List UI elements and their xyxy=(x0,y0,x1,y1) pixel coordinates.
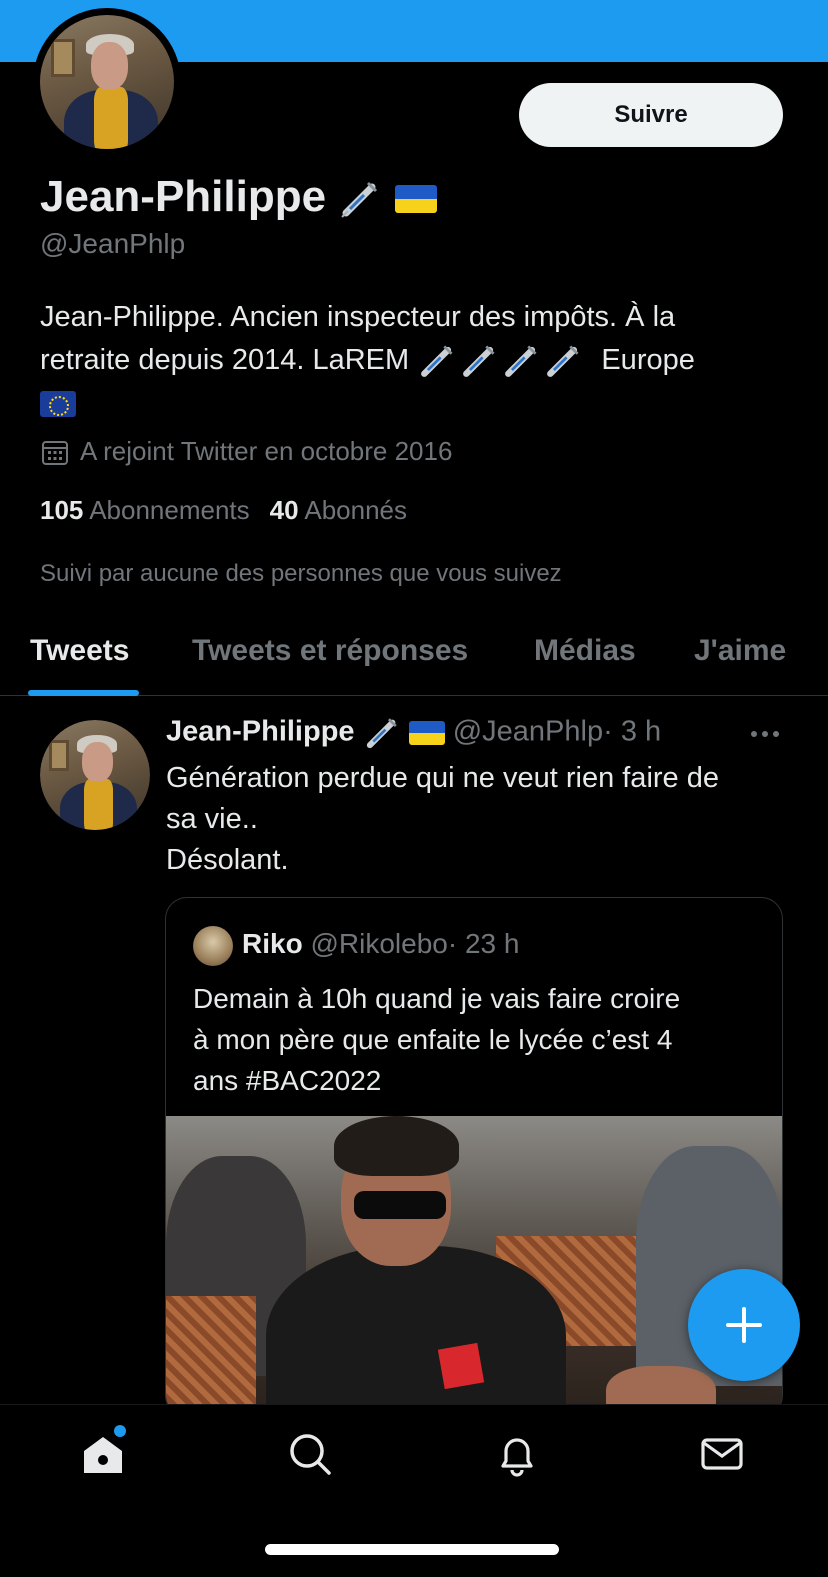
tweet-time: · 3 h xyxy=(603,715,662,748)
syringe-icon xyxy=(421,345,453,378)
calendar-icon xyxy=(42,440,68,465)
more-options-icon[interactable] xyxy=(748,722,782,746)
quoted-author-name: Riko xyxy=(242,928,303,959)
tweet-text: Génération perdue qui ne veut rien faire… xyxy=(166,758,786,881)
followers-link[interactable]: 40 Abonnés xyxy=(270,495,407,525)
plus-icon xyxy=(726,1307,762,1343)
syringe-icon xyxy=(505,345,537,378)
tweet-author-handle[interactable]: @JeanPhlp xyxy=(453,716,603,748)
quoted-tweet-image[interactable] xyxy=(166,1116,782,1416)
syringe-icon xyxy=(547,345,579,378)
tab-tweets[interactable]: Tweets xyxy=(30,634,129,668)
tab-likes[interactable]: J'aime xyxy=(694,634,786,668)
tweet-author-name[interactable]: Jean-Philippe xyxy=(166,716,355,748)
syringe-icon xyxy=(463,345,495,378)
active-tab-indicator xyxy=(28,690,139,696)
bio-suffix: Europe xyxy=(601,344,695,376)
eu-flag-icon xyxy=(40,391,76,418)
syringe-icon xyxy=(366,718,397,749)
joined-text: A rejoint Twitter en octobre 2016 xyxy=(80,436,453,466)
bio-line-1: Jean-Philippe. Ancien inspecteur des imp… xyxy=(40,301,676,333)
tweet-line-2: sa vie.. xyxy=(166,803,258,835)
search-icon[interactable] xyxy=(287,1431,333,1477)
quoted-line-1: Demain à 10h quand je vais faire croire xyxy=(193,983,681,1014)
following-link[interactable]: 105 Abonnements xyxy=(40,495,250,525)
tweet-line-3: Désolant. xyxy=(166,844,289,876)
following-count: 105 xyxy=(40,495,84,525)
home-notification-dot xyxy=(114,1425,126,1437)
tweet-author-avatar[interactable] xyxy=(40,720,150,830)
following-label: Abonnements xyxy=(89,495,250,525)
notifications-icon[interactable] xyxy=(494,1431,540,1477)
tweet-line-1: Génération perdue qui ne veut rien faire… xyxy=(166,762,719,794)
ukraine-flag-icon xyxy=(394,185,437,214)
bottom-navigation xyxy=(0,1404,828,1577)
followers-label: Abonnés xyxy=(304,495,408,525)
compose-tweet-button[interactable] xyxy=(688,1269,800,1381)
home-icon[interactable] xyxy=(80,1431,126,1477)
quoted-tweet-time: · 23 h xyxy=(447,928,520,959)
followed-by-text: Suivi par aucune des personnes que vous … xyxy=(40,560,562,587)
home-indicator xyxy=(265,1544,559,1555)
tab-media[interactable]: Médias xyxy=(534,634,636,668)
profile-handle: @JeanPhlp xyxy=(40,228,186,259)
profile-avatar[interactable] xyxy=(33,8,181,156)
profile-bio: Jean-Philippe. Ancien inspecteur des imp… xyxy=(40,296,780,425)
follow-button[interactable]: Suivre xyxy=(519,83,783,147)
messages-icon[interactable] xyxy=(699,1431,745,1477)
quoted-tweet-text: Demain à 10h quand je vais faire croire … xyxy=(193,978,763,1101)
follow-stats: 105 Abonnements 40 Abonnés xyxy=(40,495,407,526)
syringe-icon xyxy=(341,182,378,219)
bio-line-2: retraite depuis 2014. LaREM xyxy=(40,344,410,376)
ukraine-flag-icon xyxy=(408,721,445,745)
quoted-line-3: ans #BAC2022 xyxy=(193,1065,382,1096)
quoted-tweet-header: Riko @Rikolebo· 23 h xyxy=(242,928,519,960)
profile-tabs: Tweets Tweets et réponses Médias J'aime xyxy=(0,610,828,696)
followers-count: 40 xyxy=(269,495,299,525)
tab-tweets-replies[interactable]: Tweets et réponses xyxy=(192,634,468,668)
profile-name-row: Jean-Philippe xyxy=(40,172,437,222)
quoted-author-avatar xyxy=(193,926,233,966)
tweet-header: Jean-Philippe @JeanPhlp· 3 h xyxy=(166,714,661,752)
profile-name: Jean-Philippe xyxy=(40,172,327,221)
joined-date: A rejoint Twitter en octobre 2016 xyxy=(40,436,452,467)
quoted-author-handle: @Rikolebo xyxy=(310,928,448,959)
quoted-line-2: à mon père que enfaite le lycée c’est 4 xyxy=(193,1024,673,1055)
